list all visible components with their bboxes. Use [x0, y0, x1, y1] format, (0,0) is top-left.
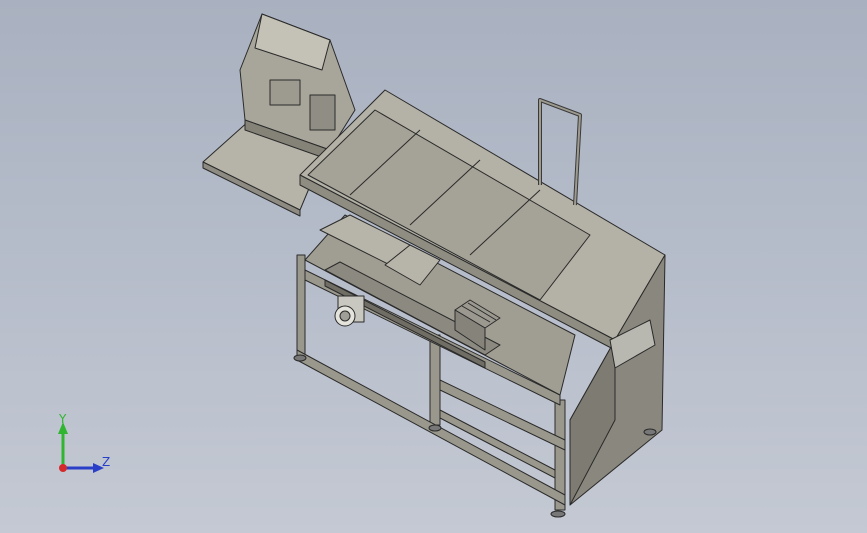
motor — [334, 295, 365, 327]
triad-axes-icon — [58, 422, 104, 473]
graphics-viewport[interactable]: Y Z — [0, 0, 867, 533]
frame-post-front-mid — [429, 334, 441, 426]
machine-model[interactable] — [0, 0, 867, 533]
foot — [428, 424, 442, 432]
foot — [550, 510, 566, 518]
foot — [643, 428, 657, 436]
coordinate-triad: Y Z — [40, 410, 130, 480]
frame-post-front-left — [296, 254, 306, 361]
foot — [293, 354, 307, 362]
z-axis-label: Z — [102, 455, 111, 469]
y-axis-label: Y — [59, 412, 67, 426]
